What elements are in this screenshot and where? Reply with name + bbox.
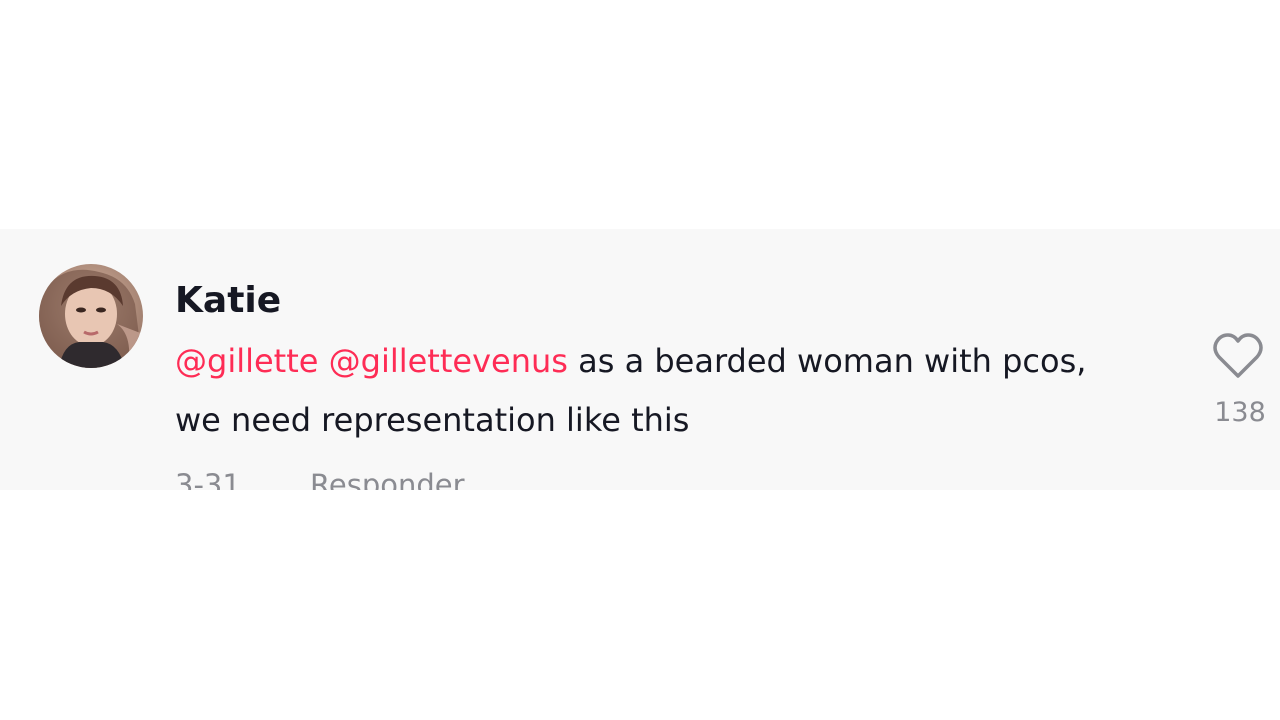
reply-button[interactable]: Responder <box>310 468 465 490</box>
like-count: 138 <box>1214 397 1266 428</box>
page: Katie @gillette @gillettevenus as a bear… <box>0 0 1280 720</box>
like-button[interactable] <box>1212 332 1264 380</box>
heart-outline-icon <box>1213 333 1263 378</box>
comment-username[interactable]: Katie <box>175 277 281 325</box>
comment-text: @gillette @gillettevenus as a bearded wo… <box>175 332 1135 450</box>
comment-item: Katie @gillette @gillettevenus as a bear… <box>0 229 1280 490</box>
avatar-photo-icon <box>39 264 143 368</box>
mention-link-gillette[interactable]: @gillette <box>175 342 318 380</box>
avatar[interactable] <box>39 264 143 368</box>
mention-link-gillettevenus[interactable]: @gillettevenus <box>329 342 568 380</box>
comment-timestamp: 3-31 <box>175 468 241 490</box>
comment-meta: 3-31 Responder <box>175 465 465 490</box>
